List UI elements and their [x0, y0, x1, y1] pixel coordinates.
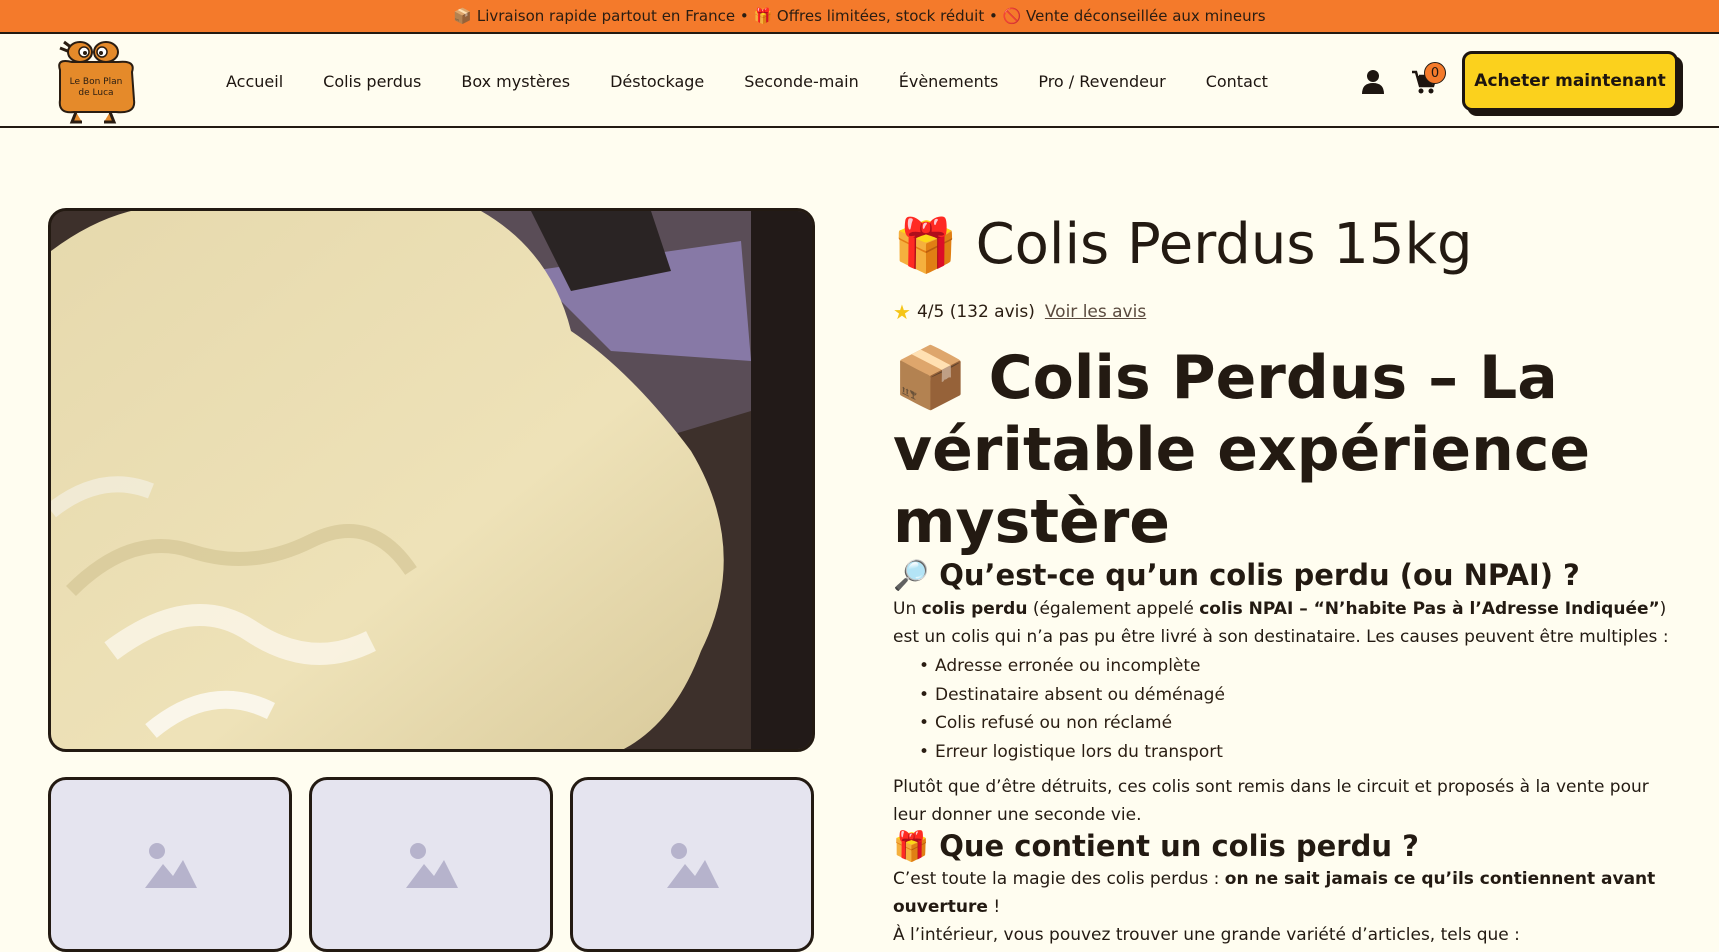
gift-emoji-icon: 🎁 — [893, 216, 958, 276]
product-thumbnail-3[interactable] — [570, 777, 814, 952]
list-item: Erreur logistique lors du transport — [919, 738, 1225, 767]
svg-text:Le Bon Plan: Le Bon Plan — [70, 77, 123, 87]
product-rating: ★ 4/5 (132 avis) Voir les avis — [893, 300, 1146, 324]
star-icon: ★ — [893, 300, 911, 324]
buy-now-button[interactable]: Acheter maintenant — [1462, 51, 1678, 111]
nav-link-contact[interactable]: Contact — [1206, 72, 1268, 91]
nav-link-colis-perdus[interactable]: Colis perdus — [323, 72, 421, 91]
nav-link-box-mysteres[interactable]: Box mystères — [461, 72, 570, 91]
product-thumbnail-1[interactable] — [48, 777, 292, 952]
npai-description: Un colis perdu (également appelé colis N… — [893, 599, 1669, 647]
user-icon[interactable] — [1361, 69, 1385, 95]
product-headline-text: Colis Perdus – La véritable expérience m… — [893, 343, 1591, 557]
product-title-text: Colis Perdus 15kg — [975, 212, 1473, 277]
svg-text:de Luca: de Luca — [78, 88, 113, 98]
product-headline: 📦 Colis Perdus – La véritable expérience… — [893, 342, 1613, 558]
main-nav: Accueil Colis perdus Box mystères Déstoc… — [226, 34, 1308, 128]
announcement-text: 📦 Livraison rapide partout en France • 🎁… — [453, 7, 1266, 25]
contents-description: C’est toute la magie des colis perdus : … — [893, 869, 1656, 917]
nav-link-accueil[interactable]: Accueil — [226, 72, 283, 91]
npai-after-text: Plutôt que d’être détruits, ces colis so… — [893, 777, 1649, 825]
announcement-bar: 📦 Livraison rapide partout en France • 🎁… — [0, 0, 1719, 34]
list-item: Colis refusé ou non réclamé — [919, 709, 1225, 738]
image-placeholder-icon — [406, 843, 458, 888]
image-placeholder-icon — [667, 843, 719, 888]
nav-link-seconde-main[interactable]: Seconde-main — [744, 72, 858, 91]
section-heading-npai: 🔎 Qu’est-ce qu’un colis perdu (ou NPAI) … — [893, 558, 1580, 592]
nav-link-destockage[interactable]: Déstockage — [610, 72, 704, 91]
contents-intro: À l’intérieur, vous pouvez trouver une g… — [893, 925, 1520, 945]
list-item: Destinataire absent ou déménagé — [919, 681, 1225, 710]
see-reviews-link[interactable]: Voir les avis — [1045, 302, 1146, 322]
nav-link-pro-revendeur[interactable]: Pro / Revendeur — [1038, 72, 1165, 91]
image-placeholder-icon — [145, 843, 197, 888]
product-main-image[interactable] — [48, 208, 815, 752]
package-emoji-icon: 📦 — [893, 343, 968, 413]
list-item: Adresse erronée ou incomplète — [919, 652, 1225, 681]
section-heading-contents: 🎁 Que contient un colis perdu ? — [893, 829, 1419, 863]
product-thumbnail-2[interactable] — [309, 777, 553, 952]
rating-text: 4/5 (132 avis) — [916, 302, 1035, 322]
cart-count-badge: 0 — [1424, 62, 1446, 84]
site-logo[interactable]: Le Bon Plan de Luca — [46, 38, 146, 128]
product-title: 🎁 Colis Perdus 15kg — [893, 212, 1473, 277]
nav-link-evenements[interactable]: Évènements — [899, 72, 999, 91]
npai-causes-list: Adresse erronée ou incomplète Destinatai… — [919, 652, 1225, 767]
